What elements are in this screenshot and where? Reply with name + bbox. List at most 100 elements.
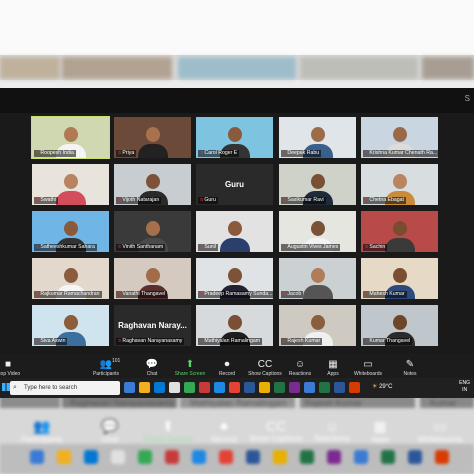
weather-widget[interactable]: ☀ 29°C (372, 383, 392, 390)
muted-mic-icon: ⦸ (118, 244, 122, 250)
person-body (303, 285, 333, 299)
blurred-app-icon (165, 450, 179, 464)
participant-name-label: ⦸Carol Roger E (198, 150, 240, 157)
participant-tile[interactable]: ⦸Sachin (360, 210, 439, 253)
notes-icon: ✎ (405, 359, 415, 370)
folder-icon[interactable] (259, 382, 270, 393)
participant-tile[interactable]: ⦸Pradeep Ramasamy Sunda... (195, 257, 274, 300)
blurred-app-icon (354, 450, 368, 464)
participant-tile[interactable]: ⦸Mahesh Kumar (360, 257, 439, 300)
blurred-toolbar-item: 💬 Chat (80, 418, 140, 444)
language-indicator[interactable]: ENG IN (459, 380, 470, 394)
chrome-icon[interactable] (184, 382, 195, 393)
more-icon[interactable]: S (465, 94, 470, 103)
participant-tile[interactable]: ⦸Mathiyalan Ramalingam (195, 304, 274, 347)
apps-label: Apps (327, 371, 339, 377)
blurred-toolbar-label: Record (211, 435, 237, 444)
stop-video-button[interactable]: ■Stop Video (0, 358, 28, 377)
file-explorer-icon[interactable] (139, 382, 150, 393)
zoom-icon[interactable] (304, 382, 315, 393)
store-icon[interactable] (169, 382, 180, 393)
participant-name-label: ⦸Rajesh Kumar (281, 338, 323, 345)
blurred-app-icon (30, 450, 44, 464)
participant-tile[interactable]: ⦸Augustin Vives James (278, 210, 357, 253)
participant-tile[interactable]: ⦸Vinith Santhanam (113, 210, 192, 253)
participant-tile[interactable]: ⦸Kumar Thangavel (360, 304, 439, 347)
outlook-icon[interactable] (214, 382, 225, 393)
weather-temp: 29°C (379, 384, 393, 390)
excel-icon[interactable] (274, 382, 285, 393)
blurred-name: Raghavan Narayanasamy (70, 398, 175, 408)
person-head (311, 221, 325, 236)
person-body (138, 144, 168, 158)
person-body (56, 191, 86, 205)
blurred-app-icon (435, 450, 449, 464)
task-view-icon[interactable] (124, 382, 135, 393)
edge-icon[interactable] (154, 382, 165, 393)
blurred-app-icon (273, 450, 287, 464)
teams-icon[interactable] (289, 382, 300, 393)
participant-tile[interactable]: ⦸Jacob (278, 257, 357, 300)
participant-tile[interactable]: ⦸Roopesh India (31, 116, 110, 159)
participant-name: Swathi (40, 197, 56, 203)
apps-icon: ▦ (328, 359, 338, 370)
person-head (228, 268, 242, 283)
snip-icon[interactable] (199, 382, 210, 393)
participant-name: Vinith Santhanam (122, 244, 164, 250)
participant-count-badge: 101 (112, 358, 121, 364)
participant-tile[interactable]: ⦸Rajesh Kumar (278, 304, 357, 347)
notes-button[interactable]: ✎ Notes (390, 358, 430, 377)
participant-tile[interactable]: ⦸Sasikumar Ravi (278, 163, 357, 206)
record-icon: ⏺ (224, 359, 230, 370)
person-head (393, 315, 407, 330)
lang-line1: ENG (459, 380, 470, 386)
participant-name: Mathiyalan Ramalingam (204, 338, 261, 344)
blurred-toolbar-icon: 💬 (101, 418, 119, 434)
participant-tile[interactable]: ⦸Deepak Rabu (278, 116, 357, 159)
person-head (146, 174, 160, 189)
participant-tile[interactable]: ⦸Satheeshkumar Sahara (31, 210, 110, 253)
participant-tile[interactable]: ⦸Chetna Ebagat (360, 163, 439, 206)
apps-button[interactable]: ▦ Apps (313, 358, 353, 377)
excel-icon[interactable] (319, 382, 330, 393)
chrome-icon[interactable] (229, 382, 240, 393)
participant-name-label: ⦸Mahesh Kumar (363, 291, 407, 298)
taskbar-search-box[interactable]: ⌕ Type here to search (10, 381, 120, 395)
sun-icon: ☀ (372, 384, 378, 390)
word-icon[interactable] (244, 382, 255, 393)
blurred-name: Mathiyalan Ramalingam (190, 398, 287, 408)
whiteboards-button[interactable]: ▭ Whiteboards (348, 358, 388, 377)
participant-tile[interactable]: ⦸Priya (113, 116, 192, 159)
record-button[interactable]: ⏺ Record (207, 358, 247, 377)
blurred-toolbar-item: ⬆ Share Screen (138, 418, 198, 444)
participant-tile[interactable]: ⦸Krishna Kumar Chenath Ra... (360, 116, 439, 159)
participant-tile[interactable]: ⦸Swathi (31, 163, 110, 206)
participant-tile[interactable]: Guru ⦸Guru (195, 163, 274, 206)
blurred-tile (62, 57, 172, 79)
participant-name-label: ⦸Vinith Santhanam (116, 244, 166, 251)
share-screen-icon: ⬆ (185, 359, 195, 370)
participant-tile[interactable]: Raghavan Naray... ⦸Raghavan Narayanasamy (113, 304, 192, 347)
participants-button[interactable]: 👥 101 Participants (86, 358, 126, 377)
blurred-toolbar-item: ⏺ Record (194, 418, 254, 444)
participant-tile[interactable]: ⦸Carol Roger E (195, 116, 274, 159)
blurred-tile (0, 398, 60, 408)
word-icon[interactable] (334, 382, 345, 393)
participant-tile[interactable]: ⦸Siva Aswin (31, 304, 110, 347)
powerpoint-icon[interactable] (349, 382, 360, 393)
participant-name-label: ⦸Rajkumar Ramachandran (34, 291, 102, 298)
participant-name-label: ⦸Siva Aswin (34, 338, 68, 345)
participant-tile[interactable]: ⦸Rajkumar Ramachandran (31, 257, 110, 300)
participant-tile[interactable]: ⦸Vanathi Thangavel (113, 257, 192, 300)
muted-mic-icon: ⦸ (36, 338, 40, 344)
share-screen-button[interactable]: ⬆ Share Screen (170, 358, 210, 377)
show-captions-button[interactable]: CC Show Captions (245, 358, 285, 377)
blurred-tile (178, 57, 296, 79)
person-head (146, 127, 160, 142)
windows-start-icon[interactable] (2, 383, 10, 391)
chat-button[interactable]: 💬 Chat (132, 358, 172, 377)
notes-label: Notes (403, 371, 417, 377)
participant-tile[interactable]: ⦸Vijoth Natarajan (113, 163, 192, 206)
participant-tile[interactable]: ⦸Sunil (195, 210, 274, 253)
muted-mic-icon: ⦸ (200, 291, 204, 297)
